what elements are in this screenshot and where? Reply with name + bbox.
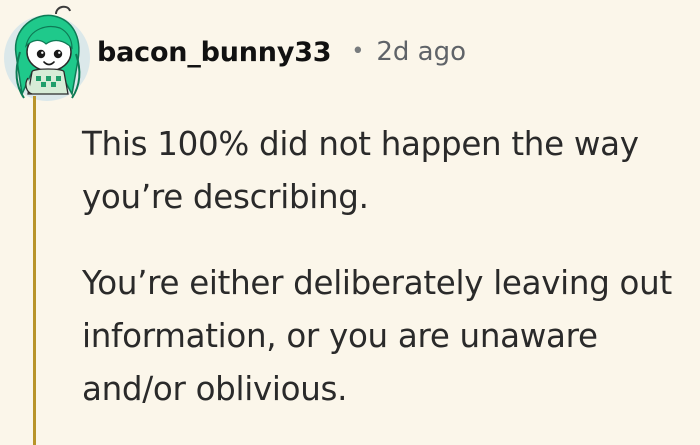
comment: bacon_bunny33 • 2d ago This 100% did not… (0, 0, 700, 445)
separator-dot: • (351, 38, 365, 64)
thread-line[interactable] (33, 96, 36, 445)
snoo-avatar-icon[interactable] (2, 2, 92, 102)
comment-header: bacon_bunny33 • 2d ago (97, 30, 466, 74)
comment-paragraph: This 100% did not happen the way you’re … (82, 125, 639, 216)
username-link[interactable]: bacon_bunny33 (97, 37, 332, 68)
comment-body: This 100% did not happen the way you’re … (82, 118, 696, 416)
timestamp[interactable]: 2d ago (376, 37, 466, 67)
comment-paragraph: You’re either deliberately leaving out i… (82, 264, 672, 408)
